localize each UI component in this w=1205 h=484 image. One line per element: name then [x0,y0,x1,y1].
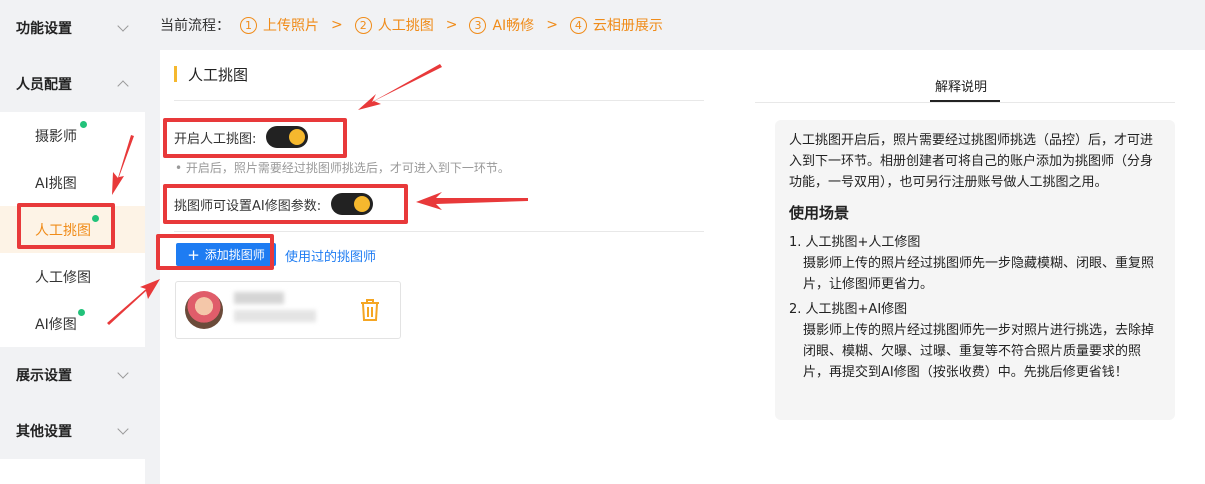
explain-intro: 人工挑图开启后，照片需要经过挑图师挑选（品控）后，才可进入到下一环节。相册创建者… [789,133,1154,190]
step-label: AI畅修 [492,18,535,34]
page-title: 人工挑图 [188,65,249,84]
step-separator: > [445,17,458,33]
step-number: 3 [469,16,487,34]
sidebar: 功能设置 人员配置 摄影师 AI挑图 人工挑图 人工修图 AI修图 展示设置 其… [0,0,145,484]
step-label: 云相册展示 [592,18,663,34]
sidebar-group-display[interactable]: 展示设置 [0,347,145,403]
process-bar: 当前流程： 1 上传照片 > 2 人工挑图 > 3 AI畅修 > 4 云相册展示 [145,0,1205,50]
scene-title: 使用场景 [789,204,850,222]
process-step-ai-retouch: 3 AI畅修 [469,15,534,35]
sidebar-item-photographer[interactable]: 摄影师 [0,112,145,159]
sidebar-group-label: 功能设置 [16,21,72,37]
toggle-label: 挑图师可设置AI修图参数: [174,198,322,214]
scene-item: 2. 人工挑图+AI修图 摄影师上传的照片经过挑图师先一步对照片进行挑选，去除掉… [789,299,1161,383]
status-dot [80,121,87,128]
ai-params-toggle[interactable] [331,193,374,215]
step-separator: > [331,17,343,33]
sidebar-item-manual-retouch[interactable]: 人工修图 [0,253,145,300]
scene-item: 1. 人工挑图+人工修图 摄影师上传的照片经过挑图师先一步隐藏模糊、闭眼、重复照… [789,232,1161,295]
sidebar-group-function[interactable]: 功能设置 [0,0,145,56]
tab-explain[interactable]: 解释说明 [935,76,987,95]
scene-item-body: 摄影师上传的照片经过挑图师先一步对照片进行挑选，去除掉闭眼、模糊、欠曝、过曝、重… [803,323,1155,380]
tab-underline [930,100,1000,102]
sidebar-item-label: AI挑图 [35,175,77,192]
sidebar-item-label: AI修图 [35,316,77,333]
plus-icon: + [187,245,200,264]
title-accent-bar [174,66,177,82]
sidebar-group-other[interactable]: 其他设置 [0,403,145,459]
sidebar-item-label: 人工挑图 [35,222,91,239]
chevron-down-icon [117,423,129,435]
step-number: 1 [240,16,257,34]
sidebar-item-label: 摄影师 [35,128,77,145]
toggle-label: 开启人工挑图: [174,131,257,147]
picker-card [175,281,401,339]
sidebar-group-staff[interactable]: 人员配置 [0,56,145,112]
divider [174,100,704,101]
used-pickers-link[interactable]: 使用过的挑图师 [285,246,376,265]
avatar [185,291,223,329]
section-title: 人工挑图 [174,64,248,84]
chevron-down-icon [117,367,129,379]
scene-item-title: 2. 人工挑图+AI修图 [789,302,908,317]
step-number: 2 [354,16,372,34]
step-label: 人工挑图 [377,18,434,34]
blurred-name [234,292,284,304]
scene-item-title: 1. 人工挑图+人工修图 [789,235,921,250]
sidebar-item-label: 人工修图 [35,269,91,286]
toggle-row-ai-params: 挑图师可设置AI修图参数: [174,193,374,215]
process-step-manual-pick: 2 人工挑图 [354,15,434,35]
process-step-cloud-album: 4 云相册展示 [569,15,663,35]
enable-manual-pick-toggle[interactable] [266,126,309,148]
status-dot [92,215,99,222]
step-separator: > [546,17,558,33]
chevron-up-icon [117,80,129,92]
process-step-upload: 1 上传照片 [240,15,319,35]
process-label: 当前流程： [160,18,230,34]
button-label: 添加挑图师 [204,248,265,262]
toggle-knob [354,196,371,212]
divider [174,231,704,232]
sidebar-item-ai-pick[interactable]: AI挑图 [0,159,145,206]
sidebar-group-label: 展示设置 [16,368,72,384]
tab-divider [755,102,1175,103]
trash-icon[interactable] [359,298,381,322]
hint-text: • 开启后，照片需要经过挑图师挑选后，才可进入到下一环节。 [175,161,510,175]
status-dot [78,309,85,316]
explain-box: 人工挑图开启后，照片需要经过挑图师挑选（品控）后，才可进入到下一环节。相册创建者… [775,120,1175,420]
sidebar-sub-list: 摄影师 AI挑图 人工挑图 人工修图 AI修图 [0,112,145,347]
sidebar-item-ai-retouch[interactable]: AI修图 [0,300,145,347]
sidebar-group-label: 其他设置 [16,424,72,440]
blurred-account [234,310,316,322]
step-number: 4 [569,16,587,34]
scene-item-body: 摄影师上传的照片经过挑图师先一步隐藏模糊、闭眼、重复照片，让修图师更省力。 [803,256,1155,292]
toggle-row-enable-pick: 开启人工挑图: [174,126,309,148]
sidebar-item-manual-pick[interactable]: 人工挑图 [0,206,145,253]
toggle-knob [289,129,306,145]
sidebar-group-label: 人员配置 [16,77,72,93]
step-label: 上传照片 [263,18,319,34]
add-picker-button[interactable]: + 添加挑图师 [176,243,276,266]
chevron-down-icon [117,20,129,32]
